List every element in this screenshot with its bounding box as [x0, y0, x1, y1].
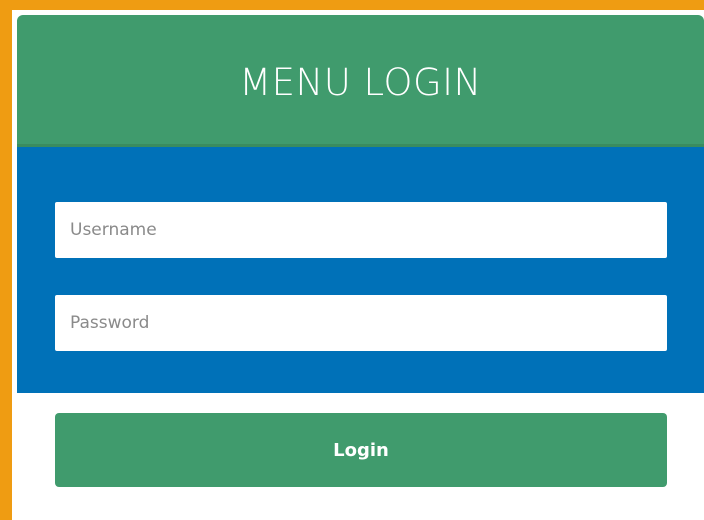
login-panel: MENU LOGIN Login	[17, 15, 704, 520]
login-title: MENU LOGIN	[239, 61, 482, 104]
login-button[interactable]: Login	[55, 413, 667, 487]
password-input[interactable]	[55, 295, 667, 351]
username-input[interactable]	[55, 202, 667, 258]
login-form-body	[17, 147, 704, 393]
login-header: MENU LOGIN	[17, 15, 704, 147]
